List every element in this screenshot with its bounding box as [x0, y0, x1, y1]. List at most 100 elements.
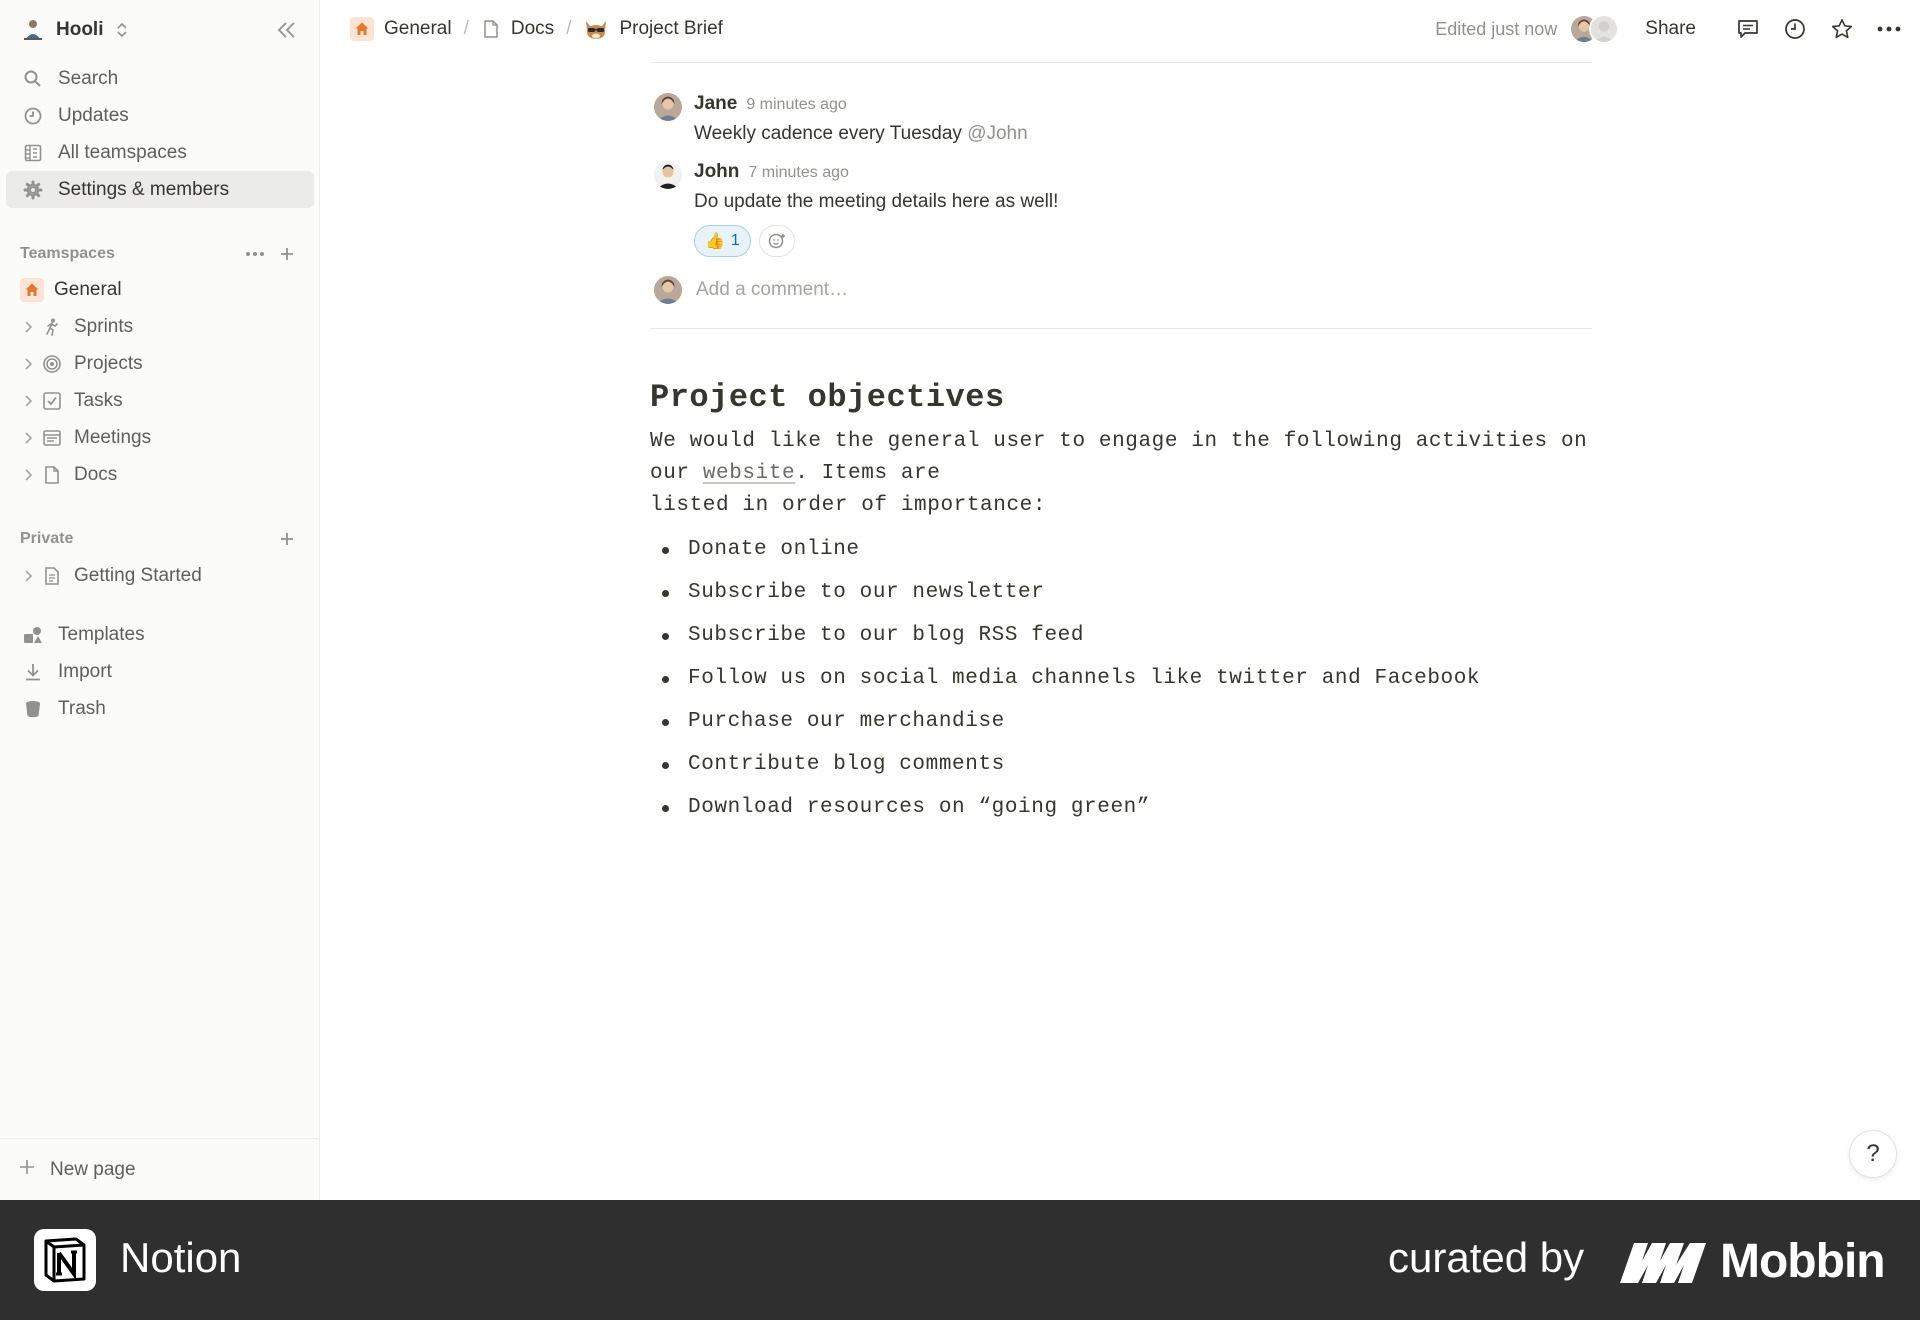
list-item[interactable]: Contribute blog comments — [650, 749, 1592, 792]
home-icon — [20, 277, 44, 302]
workspace-avatar-icon — [20, 17, 46, 43]
private-tree: Getting Started — [6, 557, 314, 594]
sidebar-item-import[interactable]: Import — [6, 653, 314, 690]
sidebar-item-tasks[interactable]: Tasks — [6, 382, 314, 419]
more-icon[interactable] — [242, 241, 268, 267]
more-icon[interactable] — [1872, 12, 1906, 46]
home-icon — [350, 17, 374, 41]
footer-app-name: Notion — [120, 1234, 242, 1281]
sidebar: Hooli Search Updates All teamspaces Sett… — [0, 0, 320, 1200]
thumbs-up-emoji: 👍 — [705, 233, 725, 250]
page-content: Jane 9 minutes ago Weekly cadence every … — [650, 62, 1592, 835]
chevron-right-icon[interactable] — [20, 320, 36, 334]
footer-banner: Notion curated by Mobbin — [0, 1200, 1920, 1320]
list-item[interactable]: Donate online — [650, 534, 1592, 577]
gear-icon — [22, 179, 44, 201]
collaborator-avatars[interactable] — [1569, 14, 1620, 44]
comment-body: Do update the meeting details here as we… — [694, 191, 1059, 212]
list-item[interactable]: Purchase our merchandise — [650, 706, 1592, 749]
breadcrumb-general[interactable]: General — [344, 13, 458, 45]
comment-thread: Jane 9 minutes ago Weekly cadence every … — [650, 93, 1592, 307]
breadcrumb-separator: / — [463, 18, 469, 39]
reaction-count: 1 — [730, 232, 740, 249]
sidebar-item-general[interactable]: General — [6, 271, 314, 308]
user-mention[interactable]: @John — [967, 123, 1028, 144]
comment-timestamp: 9 minutes ago — [746, 96, 847, 113]
new-page-label: New page — [50, 1158, 136, 1180]
sidebar-item-meetings[interactable]: Meetings — [6, 419, 314, 456]
comment-author[interactable]: Jane — [694, 93, 737, 115]
sidebar-item-docs[interactable]: Docs — [6, 456, 314, 493]
building-icon — [22, 142, 44, 164]
sidebar-item-settings[interactable]: Settings & members — [6, 171, 314, 208]
comments-icon[interactable] — [1731, 12, 1765, 46]
calendar-icon — [40, 426, 64, 450]
add-private-page-plus-icon[interactable] — [274, 526, 300, 552]
list-item[interactable]: Download resources on “going green” — [650, 792, 1592, 835]
sidebar-item-all-teamspaces[interactable]: All teamspaces — [6, 134, 314, 171]
sidebar-item-trash[interactable]: Trash — [6, 690, 314, 727]
sidebar-item-label: Docs — [74, 463, 118, 485]
paragraph-text: . Items are — [795, 462, 941, 485]
list-item[interactable]: Subscribe to our newsletter — [650, 577, 1592, 620]
sidebar-item-label: Sprints — [74, 315, 134, 337]
reaction-thumbs-up[interactable]: 👍 1 — [694, 225, 751, 257]
sidebar-item-projects[interactable]: Projects — [6, 345, 314, 382]
sidebar-item-label: Projects — [74, 352, 143, 374]
comment-timestamp: 7 minutes ago — [748, 164, 849, 181]
trash-icon — [22, 698, 44, 720]
mobbin-logo-icon — [1620, 1242, 1706, 1283]
sidebar-item-label: Trash — [58, 697, 106, 719]
section-heading[interactable]: Project objectives — [650, 379, 1592, 416]
add-teamspace-plus-icon[interactable] — [274, 241, 300, 267]
sidebar-item-sprints[interactable]: Sprints — [6, 308, 314, 345]
chevron-right-icon[interactable] — [20, 431, 36, 445]
comment-text: Weekly cadence every Tuesday — [694, 123, 962, 144]
paragraph[interactable]: We would like the general user to engage… — [650, 426, 1592, 522]
help-button[interactable]: ? — [1849, 1130, 1897, 1178]
breadcrumb-project-brief[interactable]: Project Brief — [577, 13, 728, 45]
breadcrumb-docs[interactable]: Docs — [475, 14, 560, 44]
breadcrumb: General / Docs / Project Brief — [344, 13, 729, 45]
chevron-right-icon[interactable] — [20, 357, 36, 371]
sidebar-item-getting-started[interactable]: Getting Started — [6, 557, 314, 594]
checkbox-icon — [40, 389, 64, 413]
list-item[interactable]: Subscribe to our blog RSS feed — [650, 620, 1592, 663]
chevron-right-icon[interactable] — [20, 394, 36, 408]
page-icon — [40, 463, 64, 487]
chevron-right-icon[interactable] — [20, 468, 36, 482]
sidebar-item-search[interactable]: Search — [6, 60, 314, 97]
comment-author[interactable]: John — [694, 161, 739, 183]
website-link[interactable]: website — [703, 462, 795, 485]
sidebar-item-label: Updates — [58, 104, 129, 126]
add-reaction-button[interactable] — [758, 225, 795, 257]
search-icon — [22, 68, 44, 90]
sidebar-item-label: Search — [58, 67, 119, 89]
sidebar-item-templates[interactable]: Templates — [6, 616, 314, 653]
cat-sunglasses-icon — [583, 17, 609, 41]
breadcrumb-label: Project Brief — [619, 18, 723, 39]
add-emoji-icon — [768, 233, 785, 249]
private-section-header: Private — [20, 525, 300, 553]
share-button[interactable]: Share — [1637, 14, 1704, 44]
list-item[interactable]: Follow us on social media channels like … — [650, 663, 1592, 706]
sidebar-item-label: Import — [58, 660, 112, 682]
sidebar-item-updates[interactable]: Updates — [6, 97, 314, 134]
clock-icon — [22, 105, 44, 127]
workspace-name: Hooli — [56, 19, 104, 40]
section-label: Teamspaces — [20, 245, 115, 262]
sidebar-item-label: Meetings — [74, 426, 152, 448]
collapse-sidebar-button[interactable] — [272, 16, 302, 44]
workspace-switcher[interactable]: Hooli — [20, 14, 128, 46]
history-clock-icon[interactable] — [1778, 12, 1812, 46]
chevron-right-icon[interactable] — [20, 569, 36, 583]
mobbin-brand: Mobbin — [1620, 1234, 1886, 1289]
add-comment-row[interactable]: Add a comment… — [650, 273, 1592, 307]
comment-body: Weekly cadence every Tuesday @John — [694, 123, 1592, 145]
comment-input[interactable]: Add a comment… — [696, 279, 848, 301]
star-icon[interactable] — [1825, 12, 1859, 46]
new-page-button[interactable]: New page — [0, 1138, 319, 1200]
doc-body: Project objectives We would like the gen… — [650, 379, 1592, 835]
chevron-updown-icon — [116, 22, 128, 38]
document-icon — [40, 564, 64, 588]
